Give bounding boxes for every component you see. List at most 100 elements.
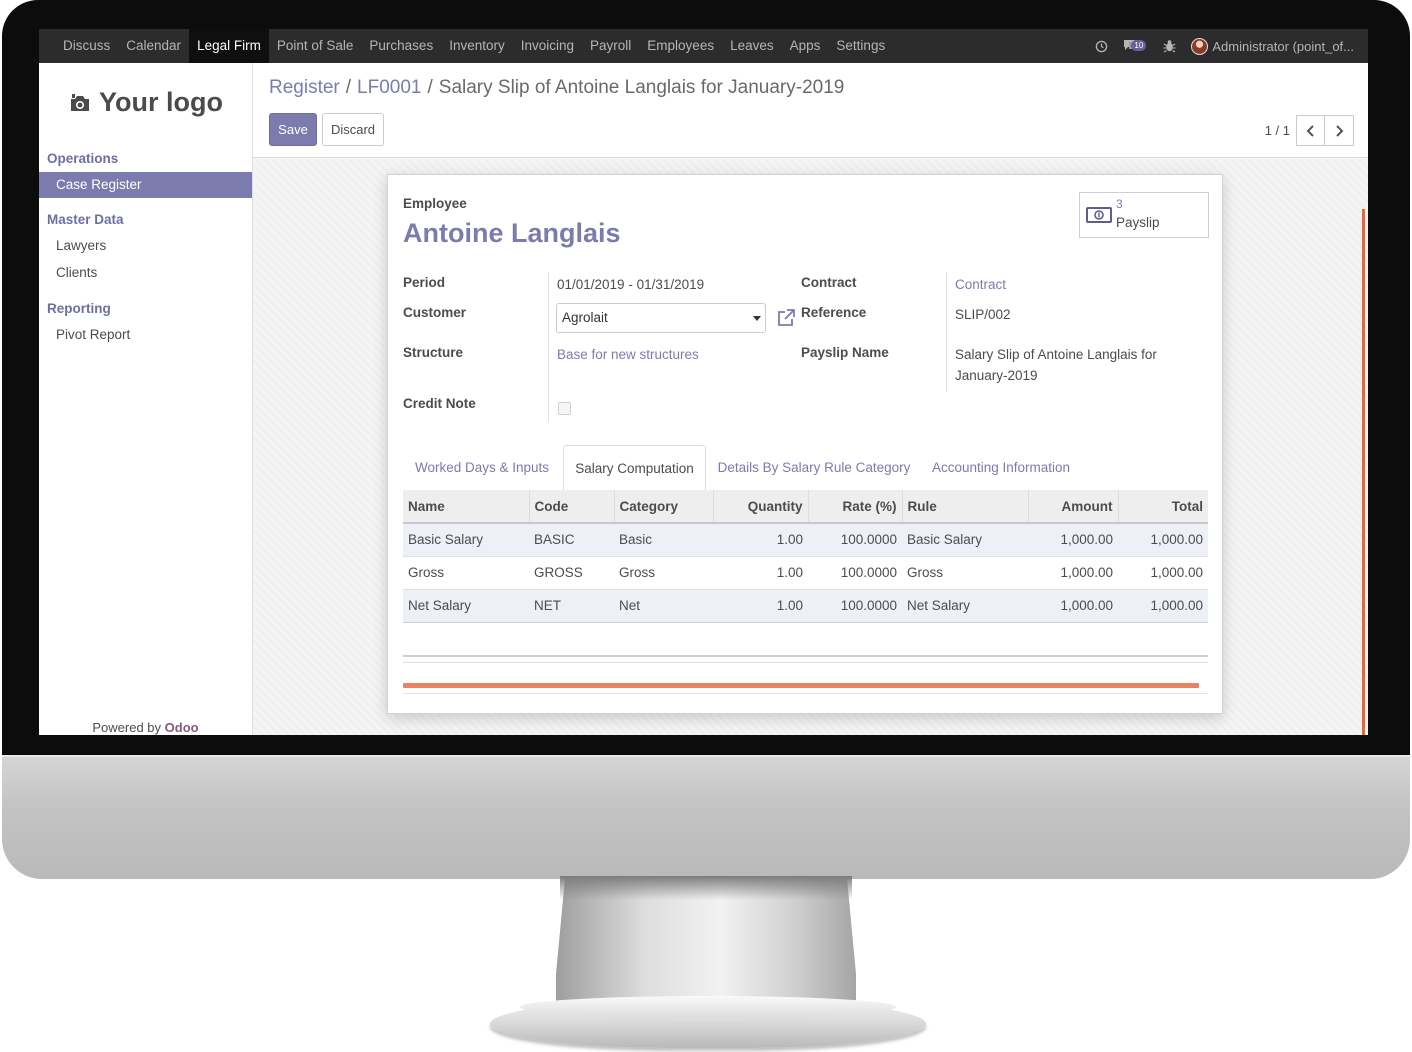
sidebar-item-case-register[interactable]: Case Register <box>39 172 252 198</box>
cell-rate: 100.0000 <box>808 555 902 589</box>
form-content-area: Employee Antoine Langlais 3 Payslip Peri… <box>253 159 1368 735</box>
nav-settings[interactable]: Settings <box>828 29 893 63</box>
nav-employees[interactable]: Employees <box>639 29 722 63</box>
payslip-name-line1[interactable]: Salary Slip of Antoine Langlais for <box>955 347 1157 362</box>
sidebar-section-operations: Operations <box>47 151 119 166</box>
user-menu[interactable]: Administrator (point_of... <box>1191 37 1354 55</box>
nav-leaves[interactable]: Leaves <box>722 29 782 63</box>
messages-icon[interactable]: 10 <box>1123 38 1147 54</box>
cell-category: Gross <box>614 555 713 589</box>
customer-label: Customer <box>403 305 467 320</box>
payslip-smart-button[interactable]: 3 Payslip <box>1079 192 1209 238</box>
camera-icon <box>71 93 89 111</box>
table-row[interactable]: Basic Salary BASIC Basic 1.00 100.0000 B… <box>403 522 1208 556</box>
cell-amount: 1,000.00 <box>1028 555 1118 589</box>
table-row[interactable]: Gross GROSS Gross 1.00 100.0000 Gross 1,… <box>403 555 1208 589</box>
credit-note-label: Credit Note <box>403 396 476 411</box>
contract-link[interactable]: Contract <box>955 277 1006 292</box>
pager-previous-button[interactable] <box>1296 115 1325 146</box>
payslip-name-line2[interactable]: January-2019 <box>955 368 1038 383</box>
section-divider <box>403 693 1208 694</box>
nav-purchases[interactable]: Purchases <box>361 29 441 63</box>
cell-category: Net <box>614 588 713 623</box>
cell-code: NET <box>529 588 614 623</box>
column-header-rule[interactable]: Rule <box>901 490 1028 524</box>
cell-name: Net Salary <box>403 588 529 623</box>
sidebar-item-pivot-report[interactable]: Pivot Report <box>39 322 252 348</box>
cell-amount: 1,000.00 <box>1028 588 1118 623</box>
sidebar-item-clients[interactable]: Clients <box>39 260 252 286</box>
external-link-icon[interactable] <box>776 308 796 328</box>
clock-icon[interactable] <box>1093 38 1109 54</box>
monitor-base-top <box>520 996 896 1018</box>
cell-name: Gross <box>403 555 529 589</box>
breadcrumb-case[interactable]: LF0001 <box>357 77 421 99</box>
sidebar-item-lawyers[interactable]: Lawyers <box>39 233 252 259</box>
screen: Discuss Calendar Legal Firm Point of Sal… <box>39 29 1368 735</box>
powered-by-brand[interactable]: Odoo <box>165 720 199 735</box>
customer-select[interactable]: Agrolait <box>556 303 766 333</box>
column-header-rate[interactable]: Rate (%) <box>807 490 902 524</box>
nav-apps[interactable]: Apps <box>782 29 829 63</box>
column-header-amount[interactable]: Amount <box>1027 490 1118 524</box>
nav-payroll[interactable]: Payroll <box>582 29 639 63</box>
discard-button[interactable]: Discard <box>322 113 384 146</box>
reference-value[interactable]: SLIP/002 <box>955 307 1011 322</box>
tab-worked-days-inputs[interactable]: Worked Days & Inputs <box>403 445 561 491</box>
cell-total: 1,000.00 <box>1118 522 1208 556</box>
field-divider <box>946 272 947 392</box>
nav-inventory[interactable]: Inventory <box>441 29 513 63</box>
column-header-quantity[interactable]: Quantity <box>712 490 808 524</box>
orange-accent-bar <box>403 683 1199 688</box>
powered-by: Powered by Odoo <box>39 720 252 735</box>
nav-point-of-sale[interactable]: Point of Sale <box>269 29 362 63</box>
breadcrumb-register[interactable]: Register <box>269 77 340 99</box>
payslip-name-label: Payslip Name <box>801 345 889 360</box>
breadcrumb-separator: / <box>427 77 433 98</box>
tab-details-by-salary-rule-category[interactable]: Details By Salary Rule Category <box>711 445 917 491</box>
tab-accounting-information[interactable]: Accounting Information <box>921 445 1081 491</box>
app-menu: Discuss Calendar Legal Firm Point of Sal… <box>55 29 893 63</box>
messages-badge: 10 <box>1131 40 1147 51</box>
chevron-left-icon <box>1306 124 1314 137</box>
pager-value[interactable]: 1 / 1 <box>1265 123 1290 138</box>
pager: 1 / 1 <box>1265 115 1354 146</box>
cell-rate: 100.0000 <box>808 588 902 623</box>
column-header-name[interactable]: Name <box>403 490 529 524</box>
structure-link[interactable]: Base for new structures <box>557 347 699 362</box>
cell-amount: 1,000.00 <box>1028 522 1118 556</box>
cell-rule: Basic Salary <box>902 522 1028 556</box>
employee-name[interactable]: Antoine Langlais <box>403 218 621 249</box>
scroll-indicator <box>1362 209 1365 735</box>
structure-label: Structure <box>403 345 464 360</box>
field-divider <box>548 272 549 422</box>
table-header-row: Name Code Category Quantity Rate (%) Rul… <box>403 490 1208 524</box>
breadcrumb: Register / LF0001 / Salary Slip of Antoi… <box>269 77 844 99</box>
chevron-right-icon <box>1335 124 1343 137</box>
payslip-count: 3 <box>1116 197 1123 211</box>
cell-quantity: 1.00 <box>713 588 808 623</box>
control-panel: Register / LF0001 / Salary Slip of Antoi… <box>253 63 1368 158</box>
period-value[interactable]: 01/01/2019 - 01/31/2019 <box>557 277 704 292</box>
caret-down-icon <box>753 316 761 321</box>
column-header-code[interactable]: Code <box>528 490 614 524</box>
nav-calendar[interactable]: Calendar <box>118 29 189 63</box>
nav-discuss[interactable]: Discuss <box>55 29 118 63</box>
cell-rule: Net Salary <box>902 588 1028 623</box>
table-row[interactable]: Net Salary NET Net 1.00 100.0000 Net Sal… <box>403 588 1208 623</box>
credit-note-checkbox[interactable] <box>558 402 571 415</box>
sidebar: Your logo Operations Case Register Maste… <box>39 63 253 735</box>
pager-next-button[interactable] <box>1325 115 1354 146</box>
nav-legal-firm[interactable]: Legal Firm <box>189 29 269 63</box>
column-header-total[interactable]: Total <box>1117 490 1208 524</box>
avatar <box>1191 37 1209 55</box>
save-button[interactable]: Save <box>269 113 317 146</box>
bug-icon[interactable] <box>1161 38 1177 54</box>
cell-rule: Gross <box>902 555 1028 589</box>
tab-salary-computation[interactable]: Salary Computation <box>563 445 706 491</box>
column-header-category[interactable]: Category <box>613 490 713 524</box>
cell-code: GROSS <box>529 555 614 589</box>
nav-invoicing[interactable]: Invoicing <box>513 29 582 63</box>
table-footer-separator <box>403 655 1208 663</box>
cell-quantity: 1.00 <box>713 555 808 589</box>
